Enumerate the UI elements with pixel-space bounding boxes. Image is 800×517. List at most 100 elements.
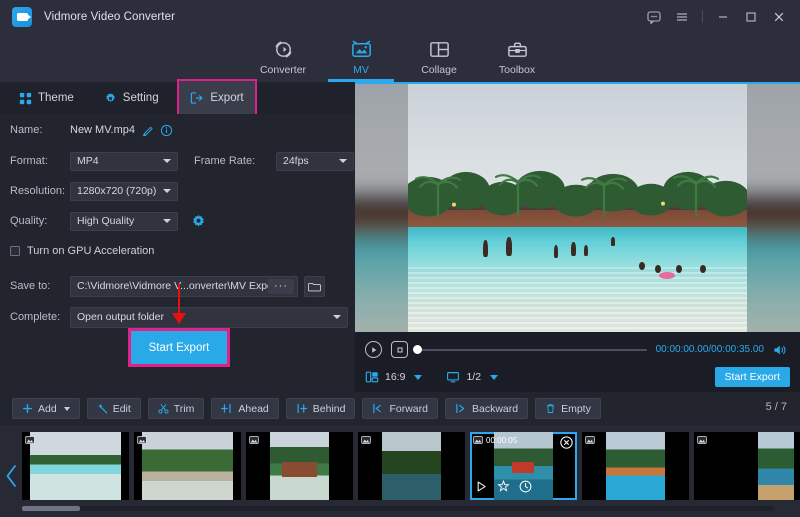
toolbox-icon xyxy=(506,37,529,61)
start-export-highlight: Start Export xyxy=(128,328,230,367)
edit-button[interactable]: Edit xyxy=(87,398,141,419)
screen-split-value: 1/2 xyxy=(466,371,481,383)
maximize-icon[interactable] xyxy=(738,4,764,30)
clip-duration-text: 00:00:05 xyxy=(486,436,517,445)
nav-item-toolbox[interactable]: Toolbox xyxy=(478,33,556,76)
pencil-icon[interactable] xyxy=(142,124,155,137)
list-item-selected[interactable]: 00:00:05 xyxy=(470,432,577,500)
screen-icon[interactable] xyxy=(446,370,460,384)
effect-clip-icon[interactable] xyxy=(497,480,510,496)
nav-item-mv[interactable]: MV xyxy=(322,33,400,76)
scene-person xyxy=(584,245,588,256)
backward-label: Backward xyxy=(472,403,518,415)
annotation-arrow-head xyxy=(172,313,186,324)
edit-label: Edit xyxy=(113,403,131,415)
list-item[interactable] xyxy=(694,432,800,500)
annotation-arrow-line xyxy=(178,284,180,316)
format-select[interactable]: MP4 xyxy=(70,152,178,171)
play-icon[interactable] xyxy=(365,341,382,358)
framerate-value: 24fps xyxy=(283,155,309,167)
tab-export[interactable]: Export xyxy=(179,81,255,114)
quality-select[interactable]: High Quality xyxy=(70,212,178,231)
screen-chevron-down-icon[interactable] xyxy=(490,375,498,380)
play-clip-icon[interactable] xyxy=(475,480,488,496)
move-backward-icon xyxy=(455,403,467,414)
list-item[interactable] xyxy=(22,432,129,500)
scene-person xyxy=(506,237,512,256)
volume-icon[interactable] xyxy=(773,343,788,357)
video-preview[interactable] xyxy=(355,82,800,332)
clip-timeline: 00:00:05 xyxy=(0,425,800,517)
tab-theme[interactable]: Theme xyxy=(8,85,85,111)
backward-button[interactable]: Backward xyxy=(445,398,528,419)
collage-icon xyxy=(428,37,451,61)
behind-button[interactable]: Behind xyxy=(286,398,356,419)
progress-slider[interactable] xyxy=(417,349,647,351)
scene-person xyxy=(676,265,682,273)
list-item[interactable] xyxy=(134,432,241,500)
stop-icon[interactable] xyxy=(391,341,408,358)
app-logo-icon xyxy=(12,7,32,27)
nav-label-mv: MV xyxy=(353,64,369,76)
move-forward-icon xyxy=(372,403,384,414)
behind-label: Behind xyxy=(313,403,346,415)
feedback-icon[interactable] xyxy=(641,4,667,30)
close-circle-icon[interactable] xyxy=(560,436,573,452)
save-to-field[interactable]: C:\Vidmore\Vidmore V...onverter\MV Expor… xyxy=(70,276,298,297)
scene-person xyxy=(554,245,558,258)
chevron-down-icon xyxy=(163,189,171,193)
tab-label-setting: Setting xyxy=(123,92,159,104)
empty-button[interactable]: Empty xyxy=(535,398,601,419)
quality-value: High Quality xyxy=(77,215,134,227)
chevron-down-icon xyxy=(163,159,171,163)
aspect-chevron-down-icon[interactable] xyxy=(414,375,422,380)
aspect-ratio-value: 16:9 xyxy=(385,371,405,383)
progress-knob[interactable] xyxy=(413,345,422,354)
duration-clip-icon[interactable] xyxy=(519,480,532,496)
nav-item-collage[interactable]: Collage xyxy=(400,33,478,76)
scene-treeline xyxy=(408,157,747,220)
trim-button[interactable]: Trim xyxy=(148,398,205,419)
quality-settings-gear-icon[interactable] xyxy=(191,214,206,229)
complete-select[interactable]: Open output folder xyxy=(70,307,348,328)
trash-icon xyxy=(545,403,556,414)
gpu-checkbox[interactable] xyxy=(10,246,20,256)
list-item[interactable] xyxy=(582,432,689,500)
scene-person xyxy=(639,262,645,270)
forward-button[interactable]: Forward xyxy=(362,398,438,419)
time-display: 00:00:00.00/00:00:35.00 xyxy=(656,344,764,355)
image-clip-icon xyxy=(361,435,371,445)
preview-start-export-button[interactable]: Start Export xyxy=(715,367,790,387)
gpu-row[interactable]: Turn on GPU Acceleration xyxy=(10,241,355,261)
nav-item-converter[interactable]: Converter xyxy=(244,33,322,76)
start-export-button[interactable]: Start Export xyxy=(131,331,227,364)
ahead-button[interactable]: Ahead xyxy=(211,398,278,419)
resolution-select[interactable]: 1280x720 (720p) xyxy=(70,182,178,201)
save-to-value: C:\Vidmore\Vidmore V...onverter\MV Expor… xyxy=(77,280,291,292)
timeline-prev-button[interactable] xyxy=(3,463,19,489)
add-button[interactable]: Add xyxy=(12,398,80,419)
preview-video-frame xyxy=(408,82,747,332)
menu-icon[interactable] xyxy=(669,4,695,30)
framerate-select[interactable]: 24fps xyxy=(276,152,354,171)
window-controls xyxy=(641,0,792,33)
add-chevron-down-icon[interactable] xyxy=(64,407,70,411)
timeline-scrollbar-thumb[interactable] xyxy=(22,506,80,511)
scene-person xyxy=(483,240,488,257)
close-icon[interactable] xyxy=(766,4,792,30)
info-icon[interactable] xyxy=(160,124,173,137)
complete-value: Open output folder xyxy=(77,311,164,323)
tab-setting[interactable]: Setting xyxy=(93,85,170,111)
chevron-down-icon xyxy=(333,315,341,319)
folder-icon[interactable] xyxy=(304,276,325,297)
timeline-scrollbar[interactable] xyxy=(22,506,774,511)
list-item[interactable] xyxy=(246,432,353,500)
clip-strip: 00:00:05 xyxy=(22,432,774,502)
scene-person xyxy=(571,242,576,256)
browse-dots-button[interactable]: ··· xyxy=(268,279,294,294)
resolution-value: 1280x720 (720p) xyxy=(77,185,156,197)
aspect-ratio-icon[interactable] xyxy=(365,370,379,384)
minimize-icon[interactable] xyxy=(710,4,736,30)
list-item[interactable] xyxy=(358,432,465,500)
image-clip-icon xyxy=(473,435,483,445)
